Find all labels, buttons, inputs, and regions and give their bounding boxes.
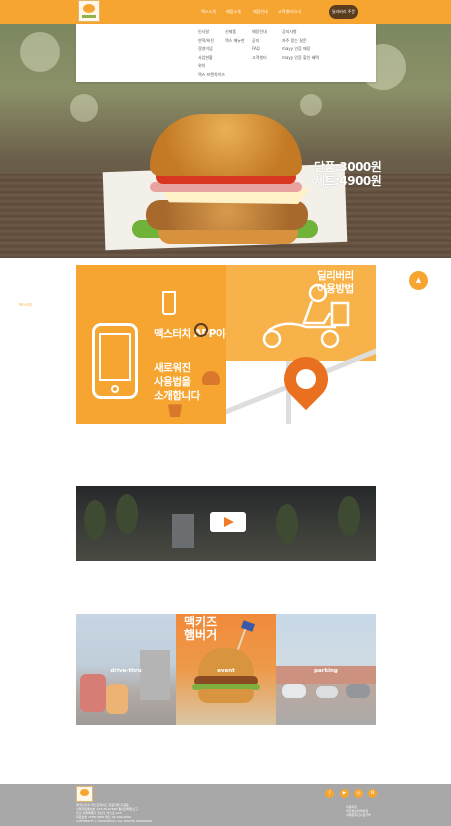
app-banner-line-1: 새로워진 <box>154 362 191 374</box>
dropdown-item[interactable]: mayy 인증 할인 혜택 <box>282 54 319 61</box>
dropdown-column-stores: 매장안내 공지 FAQ 고객센터 <box>252 28 267 61</box>
burger-top-bun <box>150 114 302 176</box>
blog-icon[interactable]: N <box>368 789 377 798</box>
delivery-guide-banner[interactable]: 딜리버리 이용방법 <box>226 265 376 424</box>
dropdown-item[interactable]: FAQ <box>252 45 267 52</box>
footer-link-email-policy[interactable]: 이메일무단수집거부 <box>346 813 371 817</box>
location-pin-center <box>291 364 321 394</box>
dropdown-item[interactable]: 자주 묻는 질문 <box>282 37 319 44</box>
footer-info-line: COPYRIGHT ⓒ MAXTOUCH. ALL RIGHTS RESERVE… <box>76 819 154 823</box>
delivery-banner-title-2: 이용방법 <box>317 283 354 295</box>
dropdown-column-support: 공지사항 자주 묻는 질문 mayy 인증 매장 mayy 인증 할인 혜택 <box>282 28 319 61</box>
delivery-banner-title-1: 딜리버리 <box>317 270 354 282</box>
magnifier-icon <box>194 323 208 337</box>
tile-label-parking: parking <box>314 668 338 674</box>
feature-tile-parking[interactable]: parking <box>276 614 376 725</box>
instagram-icon[interactable]: ◎ <box>354 789 363 798</box>
dropdown-item[interactable]: 고객센터 <box>252 54 267 61</box>
feature-tile-event[interactable]: 맥키즈 햄버거 event <box>176 614 276 725</box>
dropdown-item[interactable]: 연혁/비전 <box>198 37 225 44</box>
video-tree <box>276 504 298 544</box>
play-icon <box>224 517 234 527</box>
delivery-order-button[interactable]: 딜리버리 주문 <box>329 5 358 19</box>
hero-price-set: 세트:4900원 <box>314 174 382 188</box>
dropdown-item[interactable]: 맥스 메뉴판 <box>225 37 245 44</box>
app-banner-line-2: 사용법을 <box>154 376 191 388</box>
nav-stores[interactable]: 매장안내 <box>253 9 268 15</box>
logo-stripe <box>82 15 96 18</box>
nav-products[interactable]: 제품소개 <box>226 9 241 15</box>
phone-home-button <box>111 385 119 393</box>
youtube-icon[interactable]: ▶ <box>340 789 349 798</box>
brand-logo[interactable] <box>78 0 100 22</box>
app-banner-line-3: 소개합니다 <box>154 390 200 402</box>
side-label: 맥스터치 <box>19 303 32 307</box>
video-tree <box>84 500 106 540</box>
dropdown-item[interactable]: 인사말 <box>198 28 225 35</box>
app-banner-title: 맥스터치 APP이용방법 <box>154 328 226 340</box>
dropdown-item[interactable]: 위치 <box>198 62 225 69</box>
dropdown-item[interactable]: 경영이념 <box>198 45 225 52</box>
dropdown-item[interactable]: 신제품 <box>225 28 245 35</box>
footer-logo[interactable] <box>76 786 93 802</box>
dropdown-item[interactable]: 사업현황 <box>198 54 225 61</box>
phone-icon <box>92 323 138 399</box>
facebook-icon[interactable]: f <box>325 789 334 798</box>
video-tree <box>116 494 138 534</box>
bokeh-light <box>20 32 60 72</box>
burger-bottom-bun <box>158 228 298 244</box>
nav-support-news[interactable]: 고객센터/소식 <box>278 9 301 15</box>
dropdown-item[interactable]: 공지 <box>252 37 267 44</box>
dropdown-item[interactable]: 맥스 프랜차이즈 <box>198 71 225 78</box>
bokeh-light <box>300 94 322 116</box>
video-tree <box>338 496 360 536</box>
nav-about[interactable]: 맥스소개 <box>201 9 216 15</box>
dropdown-item[interactable]: 공지사항 <box>282 28 319 35</box>
logo-emblem <box>83 4 95 13</box>
dropdown-item[interactable]: mayy 인증 매장 <box>282 45 319 52</box>
burger-chicken-patty <box>146 200 308 230</box>
bokeh-light <box>70 94 98 122</box>
dropdown-column-products: 신제품 맥스 메뉴판 <box>225 28 245 44</box>
footer <box>0 784 451 826</box>
video-play-button[interactable] <box>210 512 246 532</box>
event-headline-2: 햄버거 <box>184 628 218 642</box>
logo-emblem <box>80 789 89 796</box>
dropdown-column-about: 인사말 연혁/비전 경영이념 사업현황 위치 맥스 프랜차이즈 <box>198 28 225 78</box>
scroll-to-top-button[interactable]: ▲ <box>409 271 428 290</box>
event-burger-bottom-bun <box>198 689 254 703</box>
dropdown-item[interactable]: 매장안내 <box>252 28 267 35</box>
burger-icon <box>202 371 220 385</box>
mega-dropdown-menu: 인사말 연혁/비전 경영이념 사업현황 위치 맥스 프랜차이즈 신제품 맥스 메… <box>76 24 376 82</box>
app-guide-banner[interactable]: 맥스터치 APP이용방법 새로워진 사용법을 소개합니다 <box>76 265 226 424</box>
tile-label-event: event <box>217 668 235 674</box>
feature-tile-drive-thru[interactable]: drive-thru <box>76 614 176 725</box>
video-kiosk <box>172 514 194 548</box>
drink-cup-icon <box>162 291 176 315</box>
tile-label-drive-thru: drive-thru <box>110 668 142 674</box>
phone-screen <box>99 333 131 381</box>
